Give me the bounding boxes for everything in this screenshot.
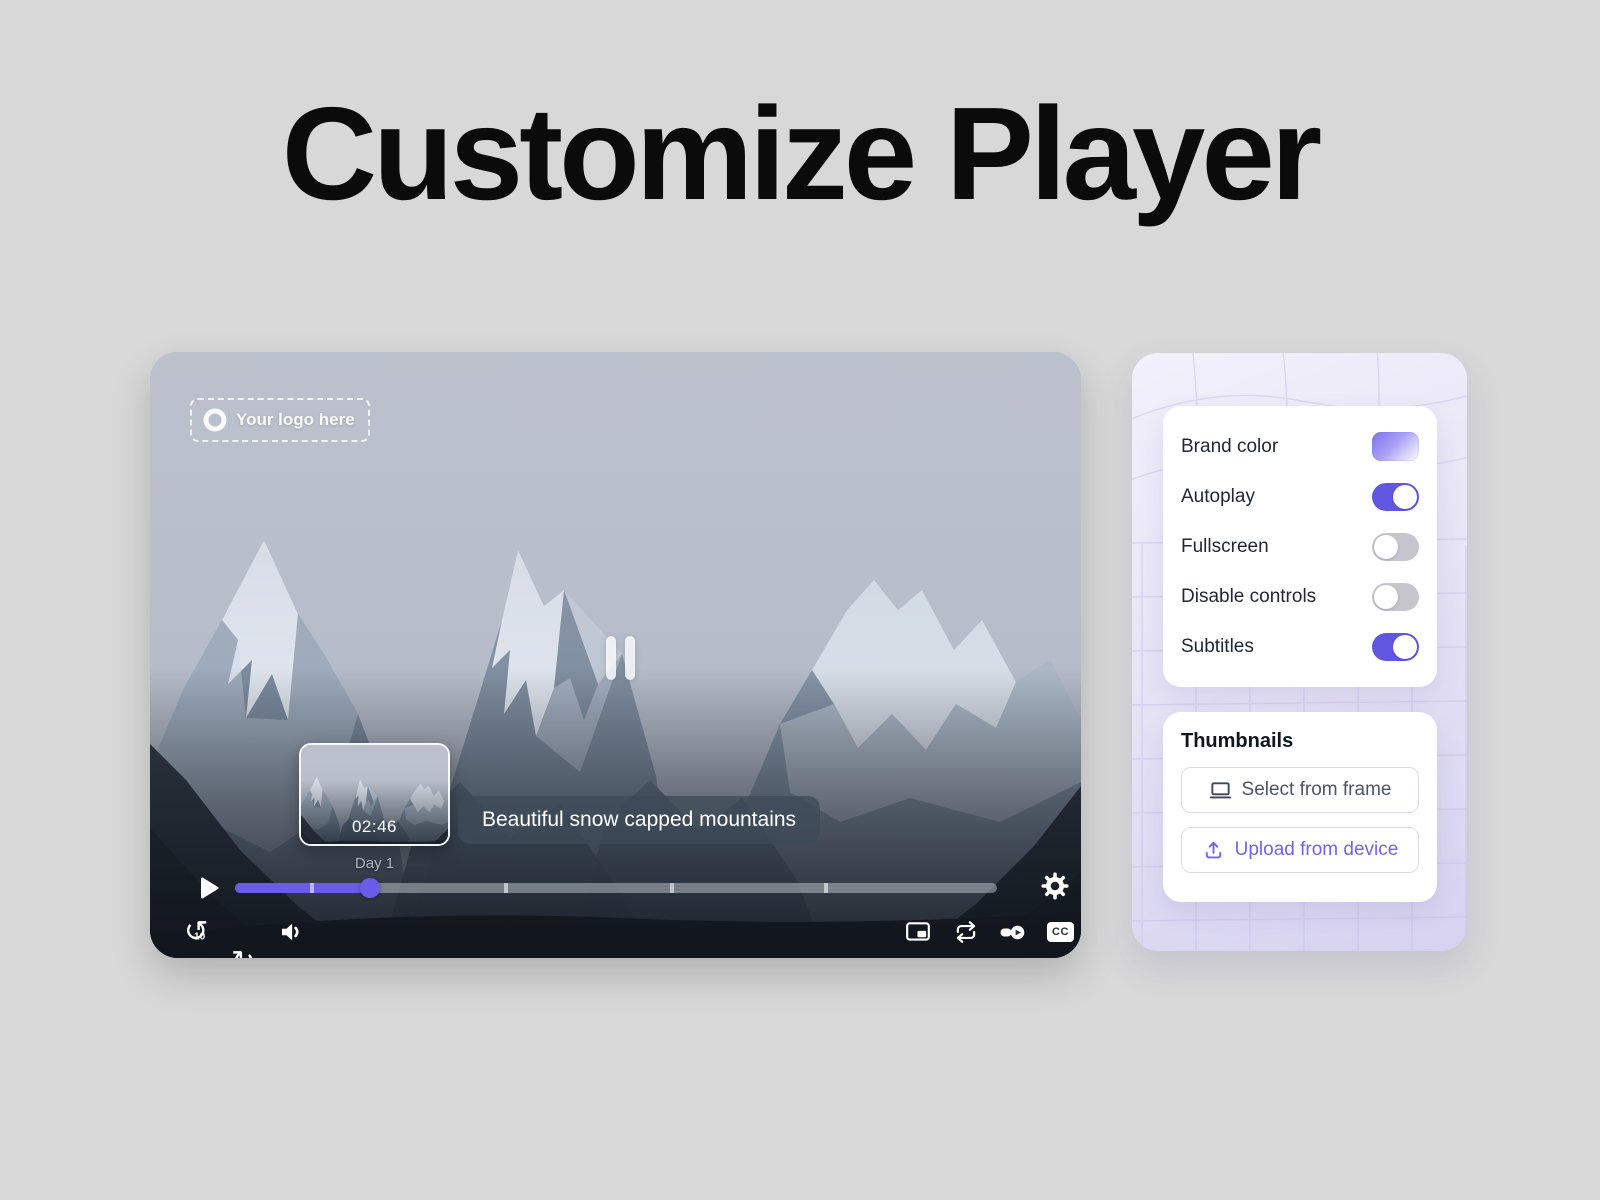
pause-icon[interactable] [606,636,635,680]
setting-row-autoplay: Autoplay [1181,483,1419,511]
setting-row-fullscreen: Fullscreen [1181,533,1419,561]
progress-thumb[interactable] [360,878,380,898]
setting-label: Fullscreen [1181,536,1269,558]
autoplay-icon[interactable] [999,919,1025,945]
upload-icon [1202,839,1225,862]
preview-timestamp: 02:46 [301,817,448,837]
volume-icon[interactable] [279,919,305,945]
loop-icon[interactable] [953,919,979,945]
rewind-10-button[interactable]: ↺ 10 [184,919,214,949]
setting-row-disable-controls: Disable controls [1181,583,1419,611]
select-from-frame-button[interactable]: Select from frame [1181,767,1419,813]
logo-ring-icon [202,407,228,433]
logo-placeholder-label: Your logo here [236,410,355,430]
autoplay-toggle[interactable] [1372,483,1419,511]
forward-10-icon: ↻ [231,946,255,958]
forward-10-button[interactable]: ↻ 10 [231,949,261,958]
setting-row-brand-color: Brand color [1181,432,1419,461]
fullscreen-toggle[interactable] [1372,533,1419,561]
video-player: Your logo here 02:46 Day 1 Beautiful sno… [150,352,1081,958]
cc-icon[interactable]: CC [1047,922,1074,942]
setting-label: Subtitles [1181,636,1254,658]
customize-panel: Brand color Autoplay Fullscreen Disable … [1132,353,1467,951]
setting-label: Brand color [1181,436,1278,458]
upload-from-device-button[interactable]: Upload from device [1181,827,1419,873]
subtitle-caption: Beautiful snow capped mountains [458,796,820,844]
pip-icon[interactable] [905,919,931,945]
disable-controls-toggle[interactable] [1372,583,1419,611]
logo-placeholder[interactable]: Your logo here [190,398,370,442]
subtitles-toggle[interactable] [1372,633,1419,661]
settings-gear-icon[interactable] [1040,871,1070,901]
brand-color-swatch[interactable] [1372,432,1419,461]
progress-bar[interactable] [235,883,997,893]
preview-thumbnail[interactable]: 02:46 [299,743,450,846]
setting-label: Disable controls [1181,586,1316,608]
thumbnails-heading: Thumbnails [1181,730,1419,753]
chapter-label: Day 1 [299,855,450,872]
laptop-icon [1209,779,1232,802]
player-settings-card: Brand color Autoplay Fullscreen Disable … [1163,406,1437,687]
page-title: Customize Player [0,78,1600,229]
progress-fill [235,883,370,893]
setting-label: Autoplay [1181,486,1255,508]
setting-row-subtitles: Subtitles [1181,633,1419,661]
thumbnails-card: Thumbnails Select from frame Upload from… [1163,712,1437,902]
play-button[interactable] [194,874,222,902]
